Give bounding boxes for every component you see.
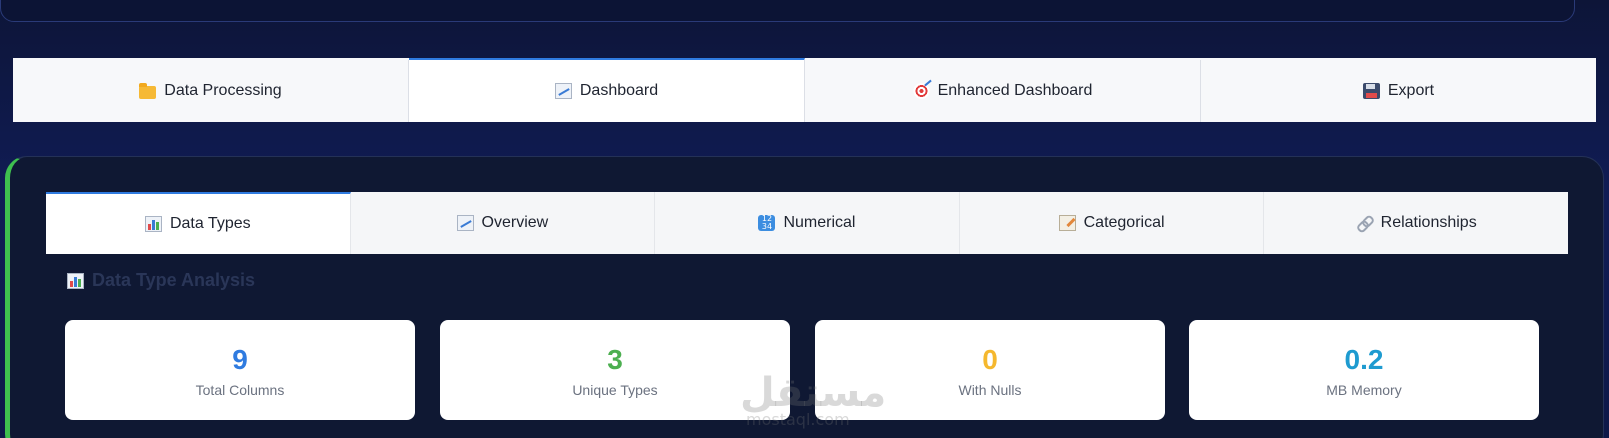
stat-card-memory: 0.2 MB Memory: [1189, 320, 1539, 420]
stat-card-total-columns: 9 Total Columns: [65, 320, 415, 420]
watermark-url: mostaql.com: [746, 410, 850, 429]
link-icon: [1356, 215, 1373, 231]
tab-label: Numerical: [783, 214, 856, 231]
stat-label: Total Columns: [195, 382, 285, 398]
sub-tab-bar: Data Types Overview 12 34 Numerical Categ…: [46, 192, 1568, 254]
tab-numerical[interactable]: 12 34 Numerical: [655, 192, 960, 254]
top-card: [0, 0, 1575, 22]
tab-overview[interactable]: Overview: [350, 192, 656, 254]
section-title-text: Data Type Analysis: [92, 270, 256, 290]
stat-label: Unique Types: [572, 382, 658, 398]
memo-icon: [1058, 215, 1076, 231]
folder-icon: [139, 82, 157, 99]
stat-value: 3: [607, 344, 623, 375]
bar-chart-icon: [67, 272, 84, 289]
stat-value: 0.2: [1344, 344, 1384, 375]
tab-label: Overview: [481, 214, 549, 231]
tab-label: Data Types: [169, 215, 251, 232]
target-icon: [912, 83, 930, 99]
tab-relationships[interactable]: Relationships: [1264, 192, 1568, 254]
tab-label: Relationships: [1380, 214, 1477, 231]
main-tab-bar: Data Processing Dashboard Enhanced Dashb…: [13, 58, 1596, 122]
stat-card-unique-types: 3 Unique Types: [440, 320, 790, 420]
tab-label: Categorical: [1083, 214, 1165, 231]
tab-export[interactable]: Export: [1201, 60, 1596, 122]
bar-chart-icon: [144, 216, 162, 232]
tab-label: Enhanced Dashboard: [937, 82, 1093, 99]
floppy-icon: [1362, 83, 1380, 99]
numbers-icon: 12 34: [758, 215, 776, 231]
tab-label: Export: [1387, 82, 1435, 99]
tab-enhanced-dashboard[interactable]: Enhanced Dashboard: [805, 60, 1201, 122]
tab-data-types[interactable]: Data Types: [46, 192, 351, 254]
chart-up-icon: [456, 215, 474, 231]
tab-label: Data Processing: [164, 82, 282, 99]
stat-value: 9: [232, 344, 248, 375]
stat-label: MB Memory: [1326, 382, 1402, 398]
tab-dashboard[interactable]: Dashboard: [409, 58, 805, 122]
tab-data-processing[interactable]: Data Processing: [13, 60, 409, 122]
tab-categorical[interactable]: Categorical: [959, 192, 1265, 254]
watermark-logo: مستقل: [740, 370, 887, 416]
tab-label: Dashboard: [579, 82, 659, 99]
chart-up-icon: [554, 83, 572, 99]
section-title: Data Type Analysis: [67, 270, 255, 291]
